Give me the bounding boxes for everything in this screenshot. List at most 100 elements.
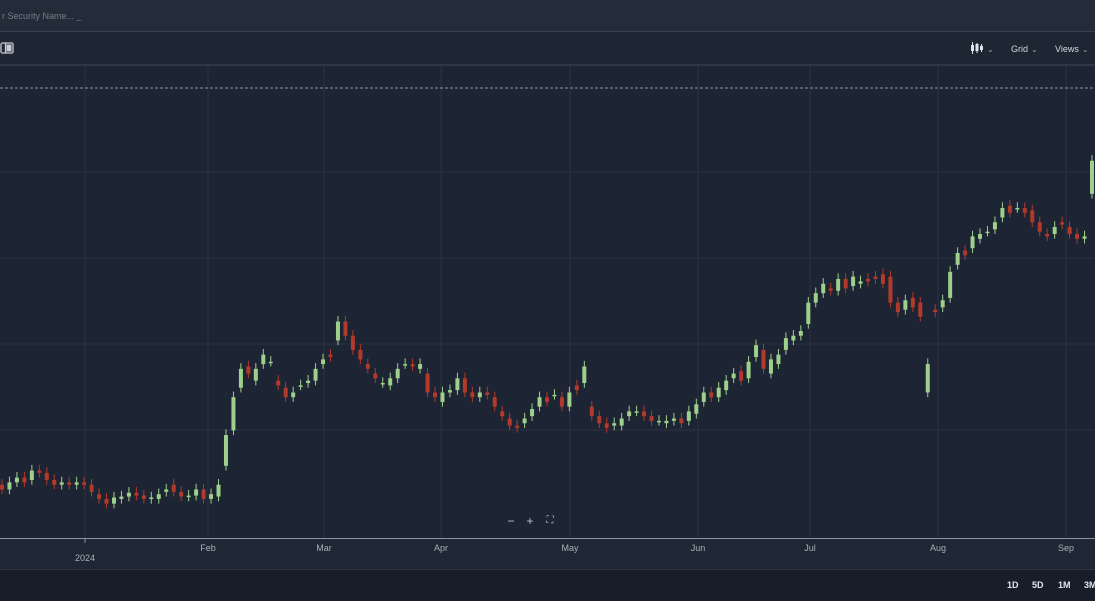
views-dropdown[interactable]: Views ⌄ — [1055, 41, 1089, 57]
candle-up — [306, 380, 311, 384]
candle-down — [963, 250, 968, 256]
candle-down — [1037, 222, 1042, 232]
candle-up — [940, 300, 945, 308]
candle-down — [0, 484, 4, 490]
candle-up — [1052, 226, 1057, 235]
candle-down — [1075, 234, 1080, 239]
candle-up — [388, 378, 393, 386]
panel-toggle-icon[interactable] — [0, 41, 14, 54]
candle-up — [612, 423, 617, 426]
candle-up — [731, 373, 736, 379]
candle-up — [530, 409, 535, 417]
candle-up — [186, 495, 191, 498]
candle-up — [955, 252, 960, 265]
x-axis: 2024 Feb Mar Apr May Jun Jul Aug Sep — [0, 538, 1095, 570]
candle-down — [880, 274, 885, 284]
candle-down — [589, 406, 594, 417]
candle-up — [791, 335, 796, 341]
candle-up — [724, 380, 729, 391]
candle-down — [433, 392, 438, 398]
candle-up — [14, 477, 19, 483]
candle-up — [522, 418, 527, 424]
candle-down — [761, 349, 766, 369]
candle-up — [694, 404, 699, 414]
candle-down — [559, 397, 564, 407]
candle-up — [686, 411, 691, 421]
candle-down — [67, 482, 72, 485]
candle-down — [679, 418, 684, 424]
candle-up — [164, 489, 169, 492]
candle-up — [261, 354, 266, 365]
candlestick-chart-svg — [0, 66, 1095, 538]
search-bar — [0, 0, 1095, 32]
period-3m-button[interactable]: 3M — [1084, 580, 1095, 590]
candle-down — [462, 378, 467, 393]
candle-up — [821, 283, 826, 294]
candle-down — [410, 364, 415, 367]
candle-up — [403, 364, 408, 366]
candle-down — [470, 392, 475, 398]
candle-up — [253, 368, 258, 381]
candle-up — [858, 281, 863, 284]
grid-label: Grid — [1011, 44, 1029, 54]
price-chart[interactable] — [0, 66, 1095, 538]
candle-down — [910, 297, 915, 308]
candle-down — [328, 354, 333, 358]
candle-up — [664, 420, 669, 424]
candle-up — [970, 236, 975, 249]
candle-up — [619, 418, 624, 426]
candle-up — [447, 390, 452, 393]
candle-up — [119, 496, 124, 499]
candle-down — [597, 416, 602, 424]
candle-up — [216, 484, 221, 497]
minus-icon[interactable]: − — [504, 514, 518, 528]
candle-up — [268, 361, 273, 364]
candle-up — [701, 392, 706, 402]
grid-dropdown[interactable]: Grid ⌄ — [1011, 41, 1038, 57]
period-5d-button[interactable]: 5D — [1032, 580, 1044, 590]
views-label: Views — [1055, 44, 1079, 54]
candle-up — [223, 435, 228, 466]
candle-up — [925, 364, 930, 393]
candle-down — [649, 416, 654, 421]
candle-up — [783, 338, 788, 350]
candle-down — [97, 494, 102, 499]
candle-up — [978, 234, 983, 239]
candle-up — [746, 361, 751, 379]
security-search-input[interactable] — [0, 8, 302, 24]
candle-up — [477, 392, 482, 398]
candle-down — [343, 321, 348, 336]
candle-down — [918, 302, 923, 317]
period-1m-button[interactable]: 1M — [1058, 580, 1071, 590]
candle-down — [104, 498, 109, 504]
candle-up — [671, 418, 676, 421]
candle-up — [231, 397, 236, 431]
candle-up — [836, 278, 841, 291]
candle-down — [828, 288, 833, 291]
candle-down — [895, 302, 900, 313]
candle-down — [545, 397, 549, 402]
candle-up — [455, 378, 460, 391]
candle-down — [873, 276, 878, 279]
candle-down — [485, 392, 490, 395]
candle-up — [209, 494, 214, 499]
candle-down — [373, 373, 378, 379]
candle-up — [313, 368, 318, 381]
candle-up — [992, 222, 997, 230]
fit-screen-icon[interactable]: ⛶ — [543, 514, 557, 528]
x-axis-label: Feb — [200, 543, 216, 553]
candle-down — [492, 397, 497, 407]
candle-down — [179, 491, 184, 497]
candle-up — [440, 392, 445, 402]
chart-type-button[interactable]: ⌄ — [970, 41, 994, 57]
candle-up — [291, 392, 296, 398]
candlestick-icon — [970, 42, 984, 56]
period-1d-button[interactable]: 1D — [1007, 580, 1019, 590]
candle-down — [52, 479, 57, 485]
candle-down — [709, 392, 714, 398]
candle-up — [851, 276, 856, 287]
candle-down — [44, 472, 49, 480]
plus-icon[interactable]: + — [523, 514, 537, 528]
candle-down — [22, 477, 27, 483]
candle-down — [1060, 222, 1065, 225]
